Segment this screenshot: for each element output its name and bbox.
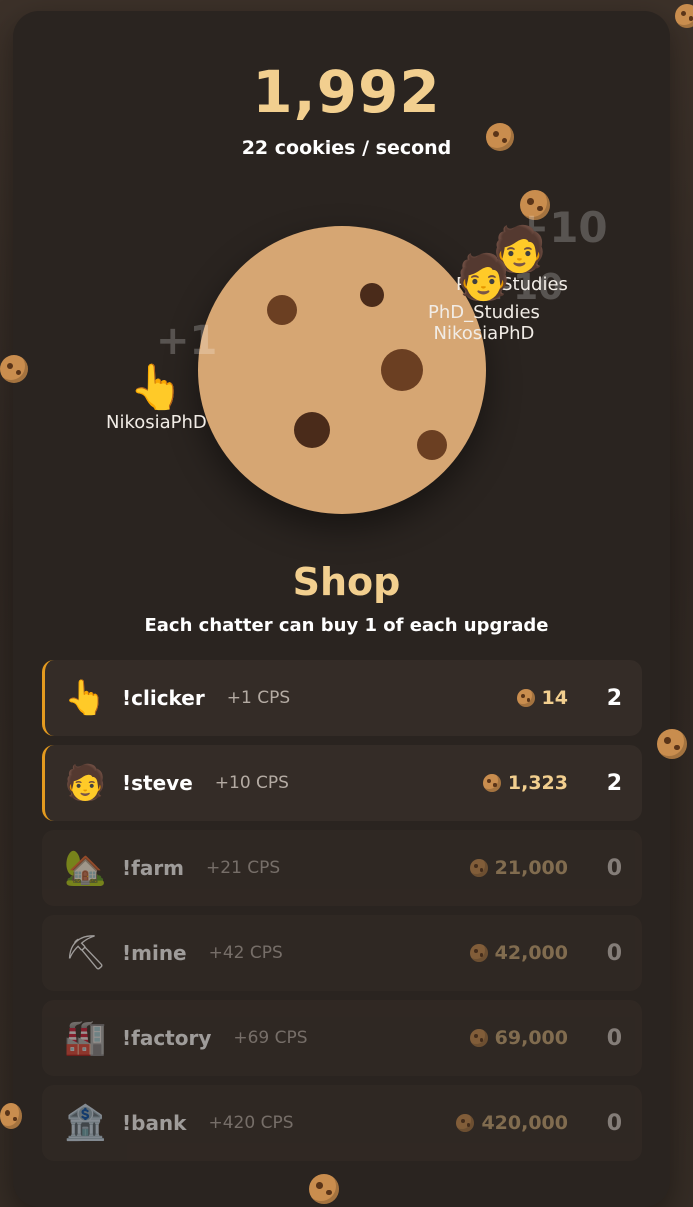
item-price: 42,000 bbox=[469, 942, 568, 964]
cookie-icon bbox=[482, 774, 501, 792]
item-price: 1,323 bbox=[482, 772, 568, 794]
falling-cookie-icon bbox=[0, 1103, 22, 1129]
item-price: 69,000 bbox=[469, 1027, 568, 1049]
cookie-count: 1,992 bbox=[252, 58, 441, 126]
item-owned-count: 2 bbox=[606, 770, 622, 796]
falling-cookie-icon bbox=[309, 1174, 339, 1204]
item-price-value: 42,000 bbox=[494, 942, 568, 964]
item-owned-count: 2 bbox=[606, 685, 622, 711]
shop-item-clicker[interactable]: 👆 !clicker +1 CPS 14 2 bbox=[42, 660, 642, 736]
chocolate-chip bbox=[267, 295, 297, 325]
item-price-value: 1,323 bbox=[507, 772, 568, 794]
gain-popup: +1 bbox=[156, 318, 218, 364]
shop-title: Shop bbox=[292, 560, 401, 604]
pointing-hand-icon: 👆 bbox=[64, 678, 107, 718]
shop-item-farm[interactable]: 🏡 !farm +21 CPS 21,000 0 bbox=[42, 830, 642, 906]
steve-face-icon: 🧑 bbox=[64, 763, 107, 803]
cookie-icon bbox=[456, 1114, 475, 1132]
item-cps: +420 CPS bbox=[208, 1113, 294, 1133]
item-price-value: 14 bbox=[541, 687, 568, 709]
item-owned-count: 0 bbox=[606, 940, 622, 966]
item-cps: +21 CPS bbox=[206, 858, 281, 878]
shop-item-factory[interactable]: 🏭 !factory +69 CPS 69,000 0 bbox=[42, 1000, 642, 1076]
shop-item-mine[interactable]: ⛏ !mine +42 CPS 42,000 0 bbox=[42, 915, 642, 991]
item-command: !mine bbox=[122, 941, 187, 965]
item-price-value: 21,000 bbox=[494, 857, 568, 879]
item-owned-count: 0 bbox=[606, 1110, 622, 1136]
bank-icon: 🏦 bbox=[64, 1103, 107, 1143]
house-icon: 🏡 bbox=[64, 848, 107, 888]
falling-cookie-icon bbox=[657, 729, 687, 759]
item-price-value: 420,000 bbox=[481, 1112, 568, 1134]
chocolate-chip bbox=[417, 430, 447, 460]
item-cps: +42 CPS bbox=[208, 943, 283, 963]
chatter-cursor: 🧑 PhD_Studies NikosiaPhD bbox=[428, 252, 540, 345]
item-command: !steve bbox=[122, 771, 193, 795]
falling-cookie-icon bbox=[0, 355, 28, 383]
steve-face-icon: 🧑 bbox=[456, 252, 511, 303]
shop-subtitle: Each chatter can buy 1 of each upgrade bbox=[144, 615, 549, 636]
cookies-per-second: 22 cookies / second bbox=[241, 137, 452, 159]
shop-item-steve[interactable]: 🧑 !steve +10 CPS 1,323 2 bbox=[42, 745, 642, 821]
cookie-icon bbox=[516, 689, 535, 707]
item-command: !bank bbox=[122, 1111, 187, 1135]
pickaxe-icon: ⛏ bbox=[64, 933, 108, 973]
chocolate-chip bbox=[381, 349, 423, 391]
item-command: !farm bbox=[122, 856, 185, 880]
item-command: !clicker bbox=[122, 686, 205, 710]
cookie-icon bbox=[469, 944, 488, 962]
shop-item-bank[interactable]: 🏦 !bank +420 CPS 420,000 0 bbox=[42, 1085, 642, 1161]
chatter-cursor: 👆 NikosiaPhD bbox=[106, 362, 207, 434]
item-cps: +69 CPS bbox=[233, 1028, 308, 1048]
falling-cookie-icon bbox=[675, 4, 693, 28]
item-cps: +10 CPS bbox=[214, 773, 289, 793]
item-price: 14 bbox=[516, 687, 568, 709]
chatter-name: PhD_Studies bbox=[428, 302, 540, 323]
item-price: 21,000 bbox=[469, 857, 568, 879]
item-price: 420,000 bbox=[456, 1112, 568, 1134]
item-command: !factory bbox=[122, 1026, 212, 1050]
chatter-name: NikosiaPhD bbox=[106, 412, 207, 433]
shop-list: 👆 !clicker +1 CPS 14 2 🧑 !steve +10 CPS … bbox=[42, 660, 642, 1170]
factory-icon: 🏭 bbox=[64, 1018, 107, 1058]
chocolate-chip bbox=[294, 412, 330, 448]
item-owned-count: 0 bbox=[606, 855, 622, 881]
chocolate-chip bbox=[360, 283, 384, 307]
cookie-icon bbox=[469, 859, 488, 877]
chatter-name: NikosiaPhD bbox=[433, 323, 535, 344]
item-cps: +1 CPS bbox=[226, 688, 291, 708]
pointing-hand-icon: 👆 bbox=[129, 362, 184, 413]
item-owned-count: 0 bbox=[606, 1025, 622, 1051]
cookie-icon bbox=[469, 1029, 488, 1047]
item-price-value: 69,000 bbox=[494, 1027, 568, 1049]
